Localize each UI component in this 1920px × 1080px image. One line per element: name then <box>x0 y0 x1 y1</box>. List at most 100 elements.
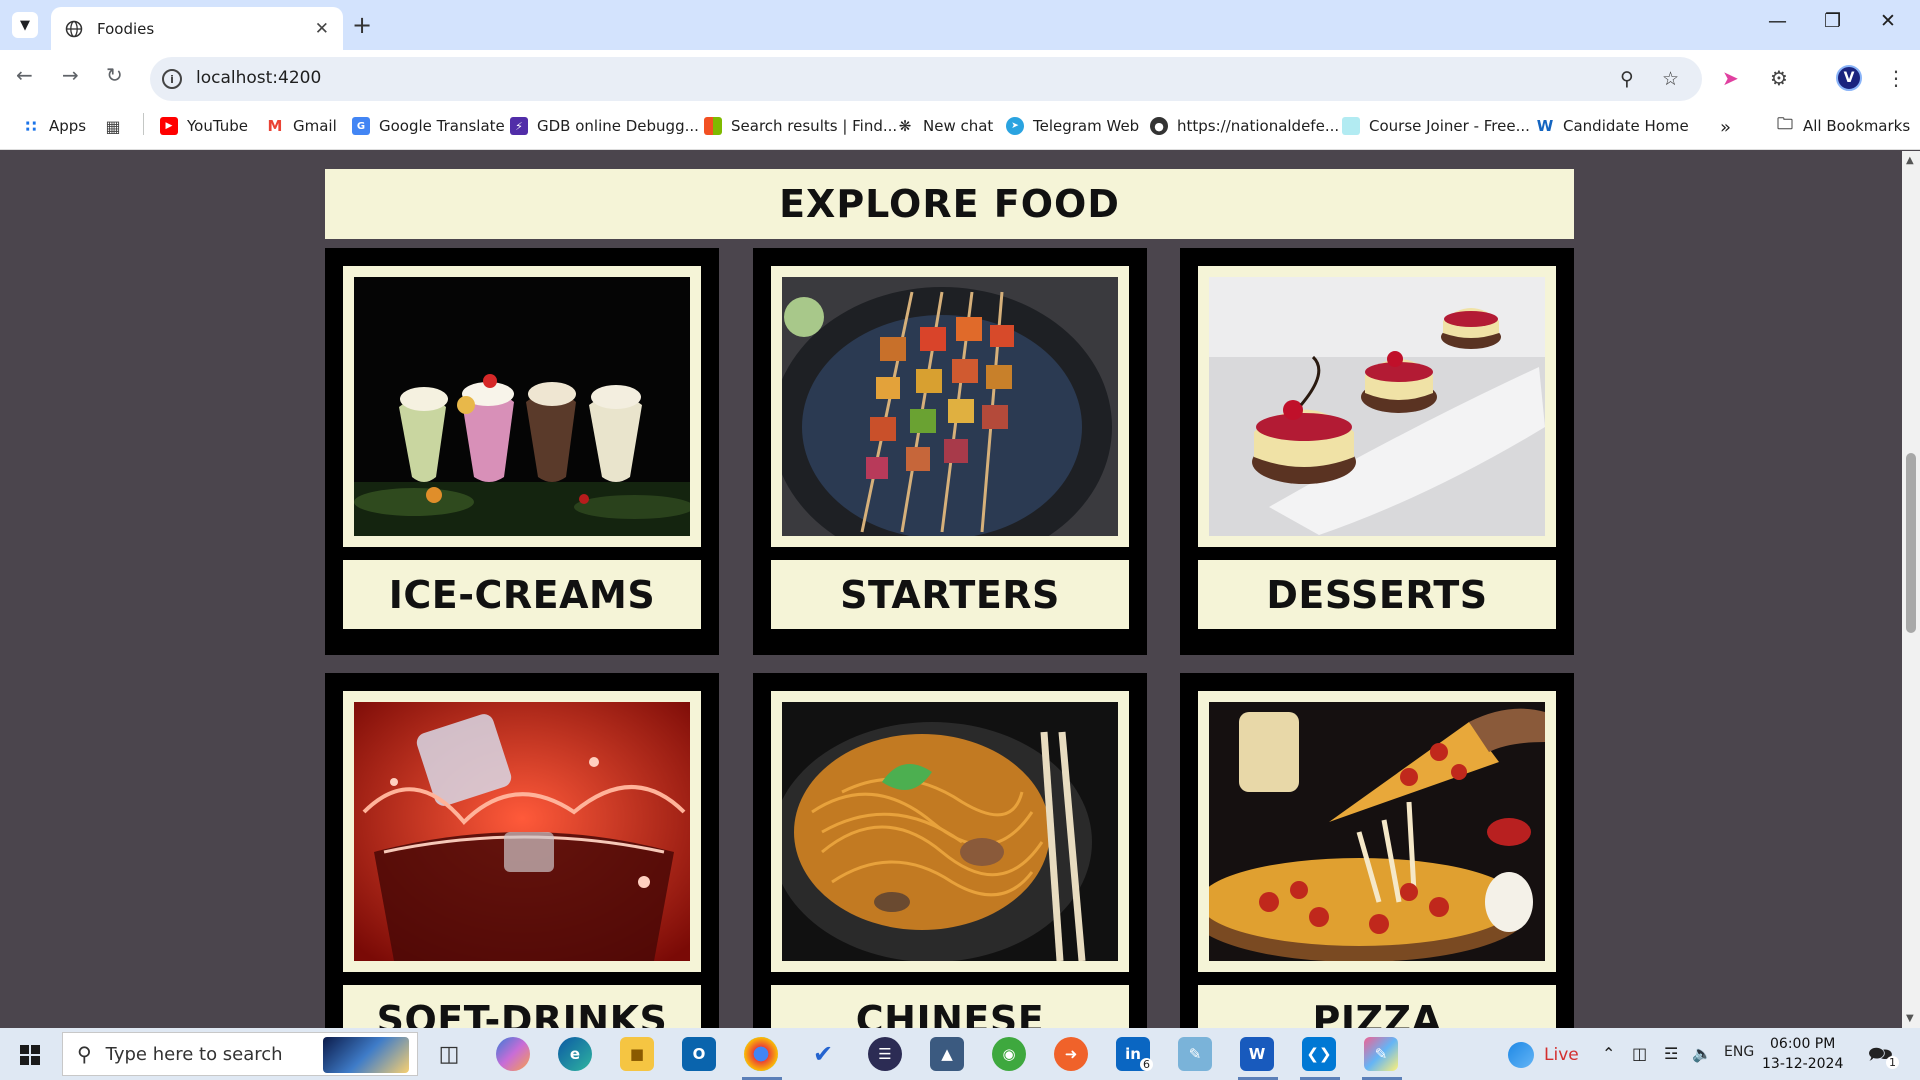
bookmark-label: New chat <box>923 117 994 135</box>
workbench-icon[interactable]: ▲ <box>930 1037 964 1071</box>
bookmark-nationaldefence[interactable]: ● https://nationaldefe... <box>1150 117 1339 135</box>
category-label[interactable]: DESSERTS <box>1198 560 1556 629</box>
more-bookmarks-icon[interactable]: » <box>1720 117 1731 138</box>
category-card-chinese[interactable]: CHINESE <box>753 673 1147 1028</box>
bookmark-star-icon[interactable]: ☆ <box>1662 68 1679 90</box>
notepad-icon[interactable]: ✎ <box>1178 1037 1212 1071</box>
clock-date: 13-12-2024 <box>1762 1056 1844 1072</box>
linkedin-badge: 6 <box>1140 1058 1153 1071</box>
site-info-icon[interactable]: i <box>162 69 182 89</box>
todo-icon[interactable]: ✔ <box>806 1037 840 1071</box>
new-tab-icon[interactable]: + <box>352 11 372 39</box>
search-icon: ⚲ <box>77 1042 92 1066</box>
media-icon[interactable]: ➤ <box>1722 66 1739 90</box>
bookmark-label: Telegram Web <box>1033 117 1140 135</box>
back-arrow-icon[interactable]: ← <box>16 63 33 87</box>
category-label[interactable]: PIZZA <box>1198 985 1556 1028</box>
live-label: Live <box>1544 1045 1579 1065</box>
chinese-image[interactable] <box>772 702 1118 962</box>
bookmark-label: Gmail <box>293 117 337 135</box>
close-tab-icon[interactable]: ✕ <box>315 19 329 39</box>
word-icon[interactable]: W <box>1240 1037 1274 1071</box>
paint-icon[interactable]: ✎ <box>1364 1037 1398 1071</box>
taskbar-search[interactable]: ⚲ Type here to search <box>62 1032 418 1076</box>
page-viewport: EXPLORE FOOD ICE-CREAMS STARTERS DESSERT… <box>0 151 1902 1028</box>
clock-time: 06:00 PM <box>1770 1036 1836 1052</box>
bookmark-telegram[interactable]: ➤ Telegram Web <box>1006 117 1139 135</box>
file-explorer-icon[interactable]: ■ <box>620 1037 654 1071</box>
show-hidden-icons-icon[interactable]: ⌃ <box>1602 1044 1615 1063</box>
chrome-icon[interactable] <box>744 1037 778 1071</box>
category-label[interactable]: ICE-CREAMS <box>343 560 701 629</box>
copilot-icon[interactable] <box>496 1037 530 1071</box>
eclipse-icon[interactable]: ☰ <box>868 1037 902 1071</box>
profile-avatar[interactable]: V <box>1836 65 1862 91</box>
browser-tab[interactable]: Foodies ✕ <box>51 7 343 50</box>
menu-kebab-icon[interactable]: ⋮ <box>1886 66 1906 90</box>
dbeaver-icon[interactable]: ◉ <box>992 1037 1026 1071</box>
reload-icon[interactable]: ↻ <box>106 63 123 87</box>
bookmark-gmail[interactable]: M Gmail <box>266 117 337 135</box>
window-close-icon[interactable]: ✕ <box>1880 10 1896 32</box>
category-card-ice-creams[interactable]: ICE-CREAMS <box>325 248 719 655</box>
vscode-icon[interactable]: ❮❯ <box>1302 1037 1336 1071</box>
address-bar[interactable]: i localhost:4200 ⚲ ☆ <box>150 57 1702 101</box>
bookmark-new-chat[interactable]: ❋ New chat <box>896 117 994 135</box>
cricket-live-widget[interactable]: Live <box>1508 1042 1579 1068</box>
forward-arrow-icon[interactable]: → <box>62 63 79 87</box>
bookmark-label: Google Translate <box>379 117 505 135</box>
search-highlight-image[interactable] <box>323 1037 409 1073</box>
bookmark-gdb[interactable]: ⚡ GDB online Debugg... <box>510 117 699 135</box>
tab-groups-icon[interactable]: ▦ <box>104 117 131 136</box>
bookmark-youtube[interactable]: ▶ YouTube <box>160 117 248 135</box>
zoom-icon[interactable]: ⚲ <box>1620 68 1634 90</box>
chevron-down-icon: ▼ <box>20 17 30 33</box>
image-frame <box>771 266 1129 567</box>
bookmark-course-joiner[interactable]: Course Joiner - Free... <box>1342 117 1530 135</box>
outlook-icon[interactable]: O <box>682 1037 716 1071</box>
image-frame <box>343 691 701 972</box>
tab-strip: ▼ Foodies ✕ + — ❐ ✕ <box>0 0 1920 50</box>
category-label[interactable]: CHINESE <box>771 985 1129 1028</box>
bookmark-apps[interactable]: ∷ Apps <box>22 117 87 136</box>
extensions-icon[interactable]: ⚙ <box>1770 66 1788 90</box>
category-card-pizza[interactable]: PIZZA <box>1180 673 1574 1028</box>
tab-search-button[interactable]: ▼ <box>12 12 38 38</box>
bookmark-google-translate[interactable]: G Google Translate <box>352 117 505 135</box>
scroll-up-icon[interactable]: ▲ <box>1906 155 1914 166</box>
scrollbar-thumb[interactable] <box>1906 453 1916 633</box>
volume-icon[interactable]: 🔈 <box>1692 1044 1712 1063</box>
page-scrollbar[interactable]: ▲ ▼ <box>1902 151 1920 1028</box>
all-bookmarks-button[interactable]: 🗀 All Bookmarks <box>1776 114 1910 136</box>
category-card-starters[interactable]: STARTERS <box>753 248 1147 655</box>
language-indicator[interactable]: ENG <box>1724 1044 1754 1060</box>
bookmark-candidate-home[interactable]: W Candidate Home <box>1536 117 1689 135</box>
url-text[interactable]: localhost:4200 <box>196 68 321 88</box>
category-card-soft-drinks[interactable]: SOFT-DRINKS <box>325 673 719 1028</box>
bookmark-search-results[interactable]: Search results | Find... <box>704 117 897 135</box>
bookmark-label: Apps <box>49 117 87 135</box>
candidate-icon: W <box>1536 117 1554 135</box>
scroll-down-icon[interactable]: ▼ <box>1906 1013 1914 1024</box>
postman-icon[interactable]: ➜ <box>1054 1037 1088 1071</box>
category-label[interactable]: STARTERS <box>771 560 1129 629</box>
desserts-image[interactable] <box>1209 277 1545 536</box>
wifi-icon[interactable]: ☲ <box>1664 1044 1678 1063</box>
system-clock[interactable]: 06:00 PM 13-12-2024 <box>1762 1034 1843 1074</box>
battery-icon[interactable]: ◫ <box>1632 1044 1647 1063</box>
gmail-icon: M <box>267 117 283 135</box>
chatgpt-icon: ❋ <box>898 117 912 135</box>
bookmark-label: Candidate Home <box>1563 117 1689 135</box>
category-card-desserts[interactable]: DESSERTS <box>1180 248 1574 655</box>
minimize-icon[interactable]: — <box>1768 10 1787 32</box>
restore-icon[interactable]: ❐ <box>1824 10 1841 32</box>
category-label[interactable]: SOFT-DRINKS <box>343 985 701 1028</box>
ice-creams-image[interactable] <box>354 277 694 536</box>
starters-image[interactable] <box>772 277 1118 567</box>
image-frame <box>343 266 701 547</box>
pizza-image[interactable] <box>1189 702 1545 962</box>
edge-icon[interactable]: e <box>558 1037 592 1071</box>
windows-start-icon[interactable] <box>20 1045 40 1065</box>
task-view-icon[interactable]: ◫ <box>432 1037 466 1071</box>
soft-drinks-image[interactable] <box>354 702 690 961</box>
